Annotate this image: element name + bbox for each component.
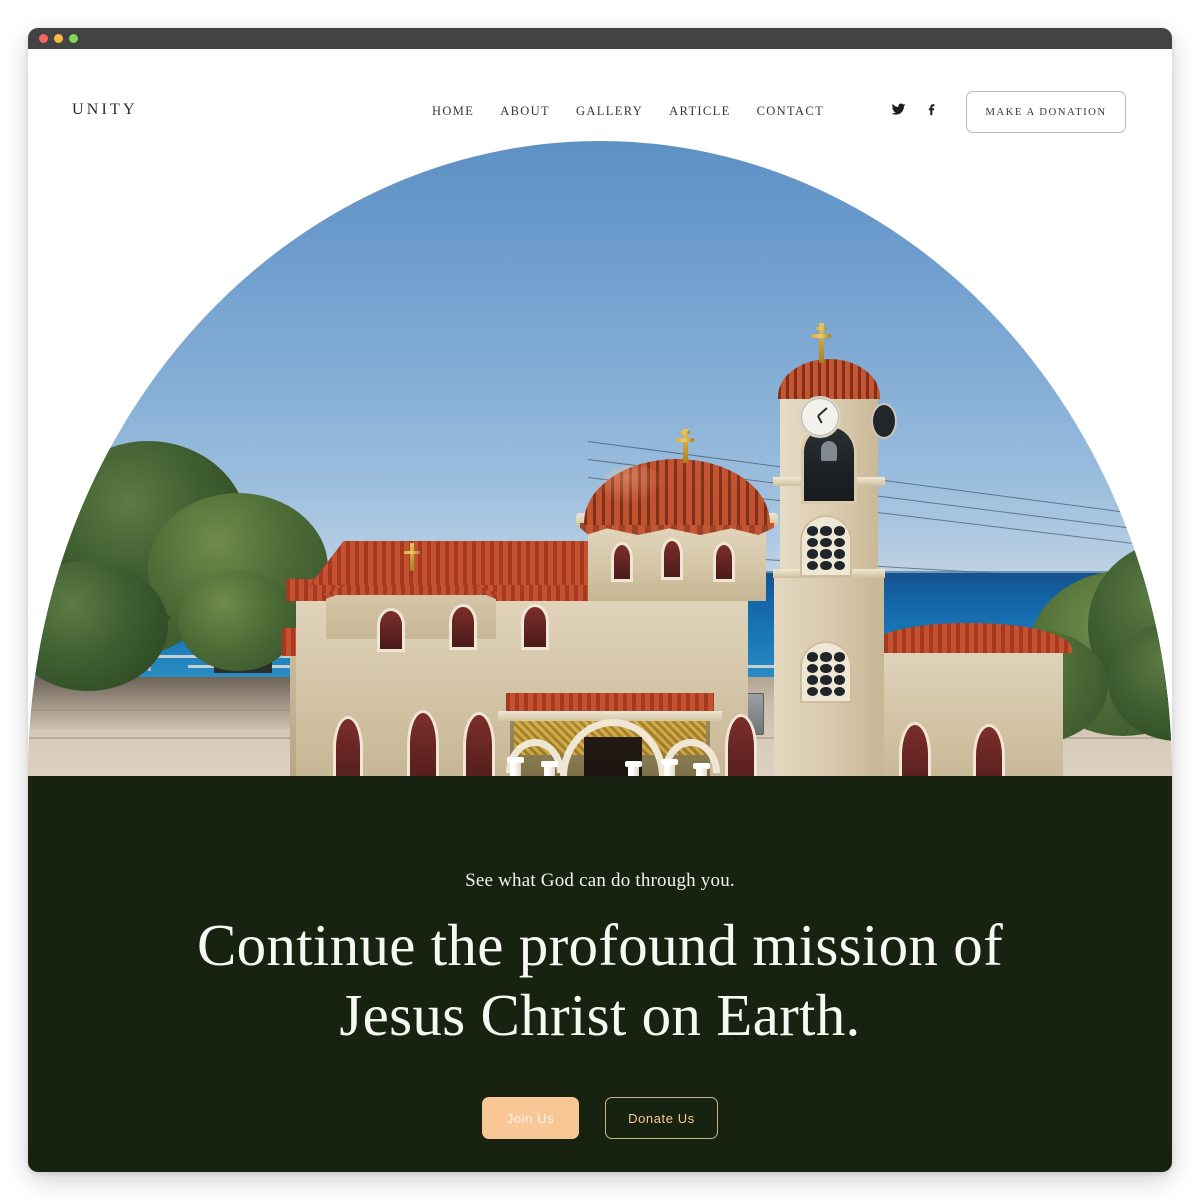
church-building <box>28 141 1172 776</box>
make-a-donation-button[interactable]: MAKE A DONATION <box>966 91 1126 133</box>
nav-article[interactable]: ARTICLE <box>669 104 730 119</box>
dome-window <box>664 541 680 577</box>
church-window <box>336 719 360 776</box>
portico-column-capital <box>541 761 558 767</box>
nav-contact[interactable]: CONTACT <box>757 104 824 119</box>
church-clerestory-window <box>524 607 546 647</box>
nav-gallery[interactable]: GALLERY <box>576 104 643 119</box>
cta-button-group: Join Us Donate Us <box>28 1097 1172 1139</box>
dome-cross-icon <box>676 429 694 463</box>
dome-window <box>614 545 630 579</box>
tower-oculus-grid-lower <box>804 649 848 699</box>
browser-titlebar <box>28 28 1172 49</box>
church-window <box>466 715 492 776</box>
tower-clock-side <box>871 403 897 439</box>
portico-column-capital <box>625 761 642 767</box>
church-window <box>976 727 1002 776</box>
facebook-icon[interactable] <box>924 101 940 117</box>
browser-window: UNITY HOME ABOUT GALLERY ARTICLE CONTACT <box>28 28 1172 1172</box>
church-window <box>410 713 436 776</box>
donate-us-button[interactable]: Donate Us <box>605 1097 718 1139</box>
gable-cross-icon <box>404 543 420 571</box>
tower-clock <box>799 396 841 438</box>
hero-section <box>28 49 1172 776</box>
tower-cross-icon <box>811 323 831 363</box>
portico-roof <box>506 693 714 713</box>
hero-photo <box>28 141 1172 776</box>
church-window <box>902 725 928 776</box>
portico-column <box>510 761 521 776</box>
twitter-icon[interactable] <box>890 101 906 117</box>
window-close-button[interactable] <box>39 34 48 43</box>
belfry-arch-opening <box>804 427 854 501</box>
nav-home[interactable]: HOME <box>432 104 474 119</box>
church-east-roof <box>866 623 1072 653</box>
window-maximize-button[interactable] <box>69 34 78 43</box>
dome-window <box>716 545 732 579</box>
church-window <box>728 717 754 776</box>
bell-tower-roof <box>778 359 880 399</box>
tower-oculus-grid <box>804 523 848 573</box>
bell <box>821 441 837 461</box>
portico-column-capital <box>661 759 678 765</box>
cta-heading-line-1: Continue the profound mission of <box>196 912 1004 978</box>
main-navigation: HOME ABOUT GALLERY ARTICLE CONTACT <box>432 104 824 119</box>
church-clerestory-window <box>380 611 402 649</box>
portico-column-capital <box>693 763 710 769</box>
dome-highlight <box>602 465 664 505</box>
cta-eyebrow-text: See what God can do through you. <box>465 870 735 891</box>
join-us-button[interactable]: Join Us <box>482 1097 579 1139</box>
church-clerestory-window <box>452 607 474 647</box>
window-minimize-button[interactable] <box>54 34 63 43</box>
page-content: UNITY HOME ABOUT GALLERY ARTICLE CONTACT <box>28 49 1172 1172</box>
hero-arch-mask <box>28 141 1172 776</box>
cta-heading: Continue the profound mission of Jesus C… <box>28 910 1172 1050</box>
nav-about[interactable]: ABOUT <box>500 104 550 119</box>
cta-heading-line-2: Jesus Christ on Earth. <box>339 982 861 1048</box>
site-logo[interactable]: UNITY <box>72 101 138 119</box>
portico-column-capital <box>507 757 524 763</box>
cta-section: See what God can do through you. Continu… <box>28 776 1172 1172</box>
social-links <box>890 101 940 117</box>
